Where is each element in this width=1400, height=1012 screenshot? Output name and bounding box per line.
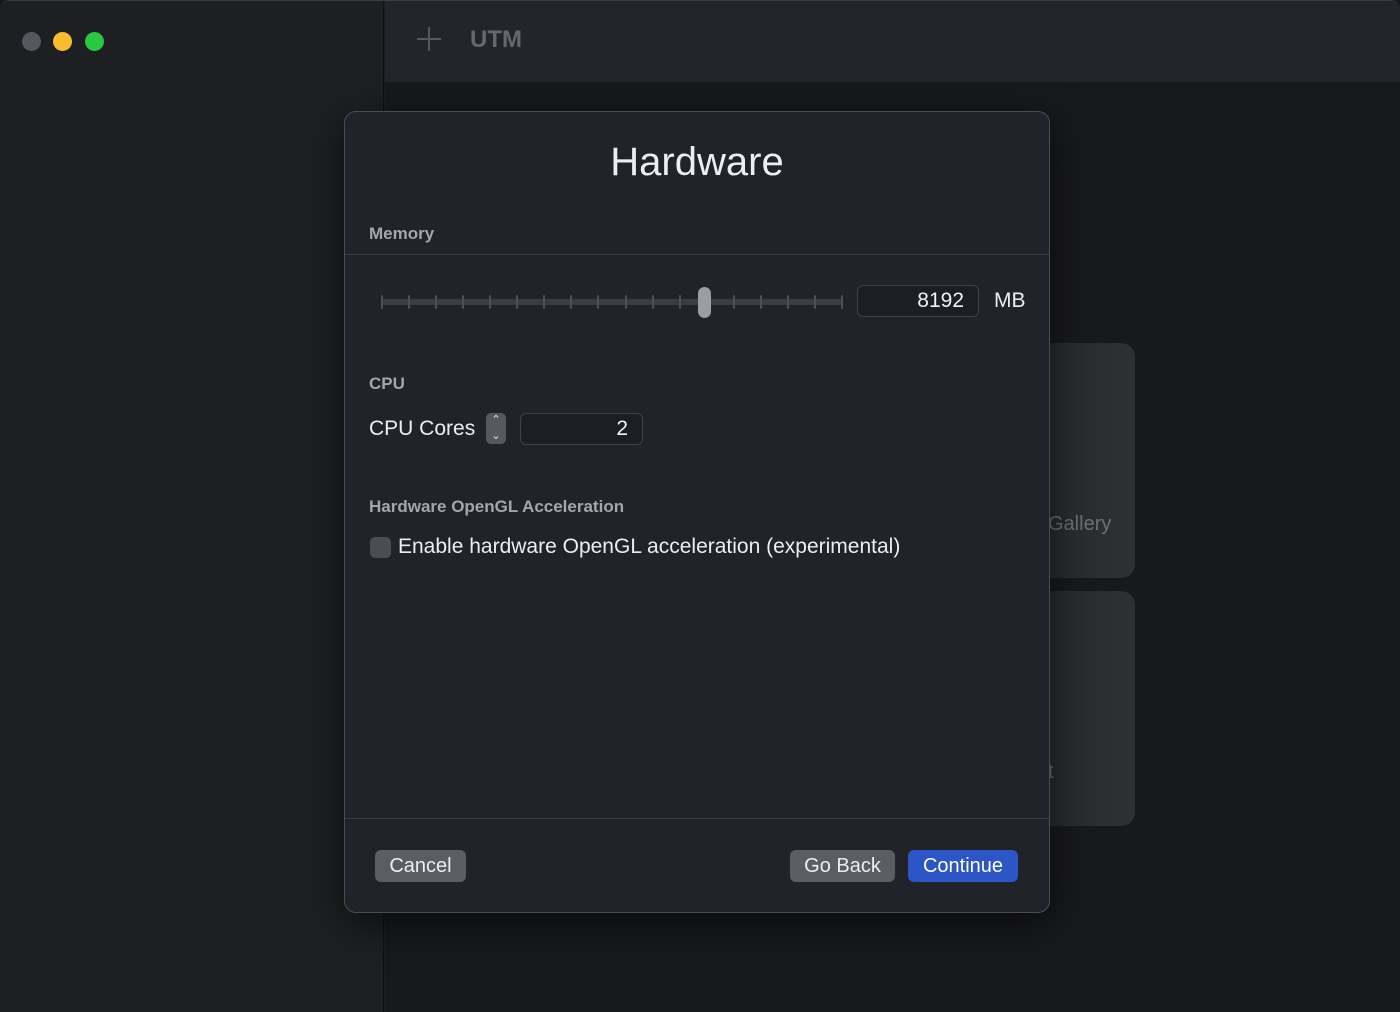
memory-slider-knob[interactable] xyxy=(698,287,712,318)
memory-slider-tick xyxy=(516,295,519,309)
footer-divider xyxy=(345,818,1049,819)
memory-slider-tick xyxy=(651,295,654,309)
memory-slider-tick xyxy=(408,295,411,309)
chevron-up-icon[interactable]: ⌃ xyxy=(486,413,506,428)
memory-slider-tick xyxy=(813,295,816,309)
app-title: UTM xyxy=(470,26,522,53)
memory-divider xyxy=(345,254,1049,255)
plus-icon[interactable] xyxy=(416,26,442,52)
cpu-cores-input[interactable]: 2 xyxy=(520,413,643,445)
memory-slider-tick xyxy=(841,295,843,309)
opengl-checkbox[interactable] xyxy=(370,537,391,558)
memory-slider-tick xyxy=(489,295,492,309)
memory-slider-tick xyxy=(435,295,438,309)
chevron-down-icon[interactable]: ⌄ xyxy=(486,429,506,444)
hardware-dialog: Hardware Memory 8192 MB CPU CPU Cores ⌃ … xyxy=(344,111,1050,913)
continue-button[interactable]: Continue xyxy=(908,850,1018,882)
opengl-section-label: Hardware OpenGL Acceleration xyxy=(369,497,625,516)
utm-window: UTM Gallery t Hardware Memory 8192 MB CP… xyxy=(0,0,1400,1012)
sidebar xyxy=(0,1,384,1012)
memory-slider-tick xyxy=(678,295,681,309)
go-back-button[interactable]: Go Back xyxy=(790,850,895,882)
window-maximize-button[interactable] xyxy=(85,32,104,51)
toolbar xyxy=(385,1,1400,82)
gallery-card-label: Gallery xyxy=(1048,513,1112,535)
memory-slider-track xyxy=(381,299,843,305)
memory-slider[interactable] xyxy=(381,287,843,318)
cpu-section-label: CPU xyxy=(369,374,405,393)
memory-unit-label: MB xyxy=(994,289,1026,312)
memory-slider-tick xyxy=(381,295,383,309)
opengl-checkbox-label[interactable]: Enable hardware OpenGL acceleration (exp… xyxy=(398,535,900,559)
memory-section-label: Memory xyxy=(369,224,435,243)
window-minimize-button[interactable] xyxy=(53,32,72,51)
memory-slider-tick xyxy=(732,295,735,309)
cancel-button[interactable]: Cancel xyxy=(375,850,466,882)
cpu-cores-label: CPU Cores xyxy=(369,417,476,440)
memory-slider-tick xyxy=(786,295,789,309)
memory-slider-tick xyxy=(759,295,762,309)
memory-slider-tick xyxy=(624,295,627,309)
cpu-cores-stepper[interactable]: ⌃ ⌄ xyxy=(486,413,506,444)
memory-input[interactable]: 8192 xyxy=(857,285,979,317)
dialog-title: Hardware xyxy=(610,140,784,184)
memory-slider-tick xyxy=(462,295,465,309)
window-close-button[interactable] xyxy=(22,32,41,51)
